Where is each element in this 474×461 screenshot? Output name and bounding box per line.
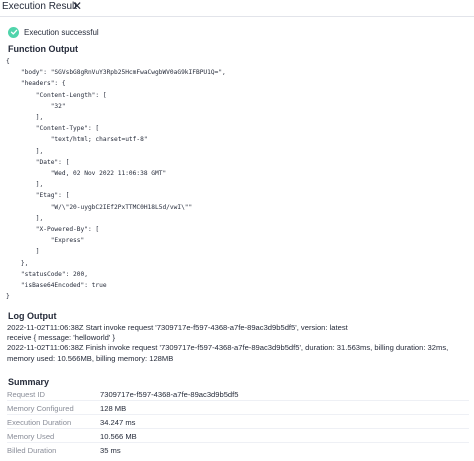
code-line: "32" [6, 102, 66, 110]
log-line: 2022-11-02T11:06:38Z Start invoke reques… [7, 323, 348, 332]
code-line: }, [6, 259, 29, 267]
summary-row-execution-duration: Execution Duration 34.247 ms [7, 416, 469, 429]
function-output-code: { "body": "SGVsbG8gRnVuY3Rpb25HcmFwaCwgb… [6, 56, 226, 302]
code-line: "Content-Length": [ [6, 91, 107, 99]
row-divider [7, 414, 469, 415]
code-line: "statusCode": 200, [6, 270, 88, 278]
code-line: ], [6, 214, 44, 222]
code-line: ], [6, 147, 44, 155]
execution-status: Execution successful [8, 26, 99, 38]
code-line: ], [6, 114, 44, 122]
log-line: receive { message: 'helloworld' } [7, 333, 116, 343]
code-line: "Etag": [ [6, 192, 70, 200]
check-circle-icon [8, 26, 19, 38]
code-line: "isBase64Encoded": true [6, 282, 107, 290]
code-line: "X-Powered-By": [ [6, 226, 100, 234]
code-line: ], [6, 181, 44, 189]
summary-row-billed-duration: Billed Duration 35 ms [7, 444, 469, 457]
code-line: ] [6, 248, 40, 256]
summary-label: Request ID [7, 390, 45, 399]
status-text: Execution successful [24, 27, 99, 37]
code-line: "Content-Type": [ [6, 125, 100, 133]
summary-value: 128 MB [100, 404, 127, 413]
code-line: "text/html; charset=utf-8" [6, 136, 148, 144]
summary-label: Memory Used [7, 432, 55, 441]
summary-row-memory-used: Memory Used 10.566 MB [7, 430, 469, 443]
summary-label: Execution Duration [7, 418, 72, 427]
code-line: "Date": [ [6, 158, 70, 166]
row-divider [7, 442, 469, 443]
summary-value: 7309717e-f597-4368-a7fe-89ac3d9b5df5 [100, 390, 239, 399]
log-output-heading: Log Output [8, 311, 57, 321]
code-line: "Express" [6, 237, 85, 245]
summary-value: 34.247 ms [100, 418, 136, 427]
log-output: 2022-11-02T11:06:38Z Start invoke reques… [7, 323, 471, 364]
code-line: "W/\"20-uygbC2IEf2PxTTMC0H18L5d/vwI\"" [6, 203, 193, 211]
close-icon[interactable]: ✕ [72, 0, 82, 13]
function-output-heading: Function Output [8, 44, 78, 54]
summary-value: 10.566 MB [100, 432, 137, 441]
code-line: "body": "SGVsbG8gRnVuY3Rpb25HcmFwaCwgbWV… [6, 69, 226, 77]
code-line: { [6, 58, 10, 65]
summary-row-request-id: Request ID 7309717e-f597-4368-a7fe-89ac3… [7, 388, 469, 401]
summary-label: Billed Duration [7, 446, 57, 455]
log-line: 2022-11-02T11:06:38Z Finish invoke reque… [7, 343, 449, 363]
tab-title[interactable]: Execution Result [2, 1, 77, 12]
code-line: "headers": { [6, 80, 66, 88]
summary-heading: Summary [8, 377, 50, 387]
result-tab-bar: Execution Result ✕ [0, 0, 474, 17]
summary-label: Memory Configured [7, 404, 74, 413]
code-line: } [6, 293, 10, 301]
summary-value: 35 ms [100, 446, 121, 455]
row-divider [7, 428, 469, 429]
summary-row-memory-configured: Memory Configured 128 MB [7, 402, 469, 415]
row-divider [7, 400, 469, 401]
code-line: "Wed, 02 Nov 2022 11:06:38 GMT" [6, 170, 167, 178]
